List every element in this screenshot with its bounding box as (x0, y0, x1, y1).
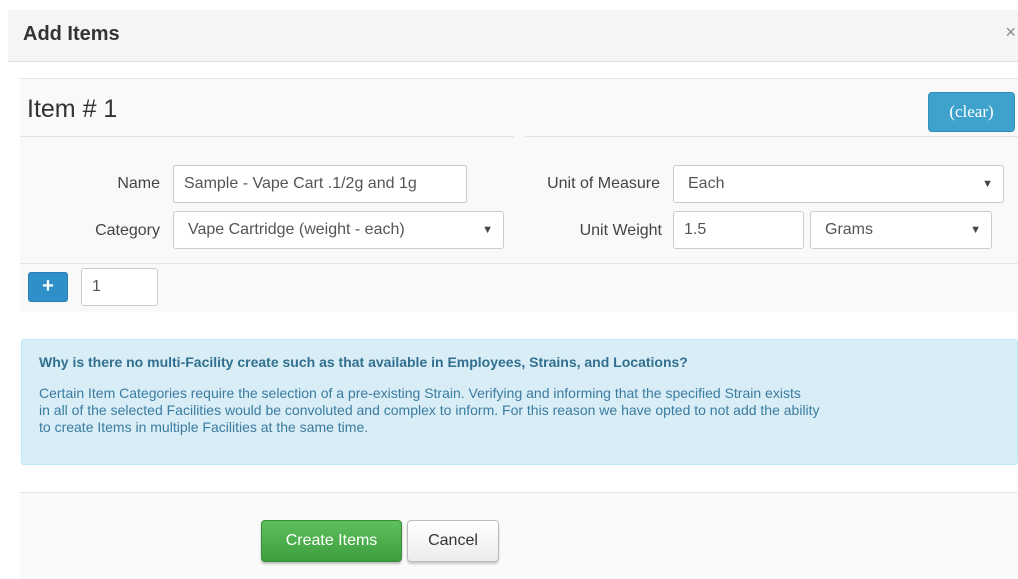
info-title: Why is there no multi-Facility create su… (39, 354, 688, 370)
modal-header: Add Items × (8, 10, 1018, 62)
info-body: Certain Item Categories require the sele… (39, 385, 1014, 436)
chevron-down-icon: ▼ (482, 224, 493, 236)
unit-of-measure-value: Each (688, 175, 725, 192)
modal-footer (20, 493, 1018, 579)
add-item-button[interactable]: + (28, 272, 68, 302)
divider (525, 136, 1018, 137)
cancel-button[interactable]: Cancel (407, 520, 499, 562)
unit-of-measure-select[interactable]: Each ▼ (673, 165, 1004, 203)
name-input[interactable]: Sample - Vape Cart .1/2g and 1g (173, 165, 467, 203)
chevron-down-icon: ▼ (970, 224, 981, 236)
modal-title: Add Items (23, 23, 120, 45)
name-label: Name (117, 175, 160, 192)
category-select-value: Vape Cartridge (weight - each) (188, 221, 405, 238)
clear-button[interactable]: (clear) (928, 92, 1015, 132)
unit-weight-label: Unit Weight (579, 222, 662, 239)
info-body-line: Certain Item Categories require the sele… (39, 385, 801, 401)
unit-of-measure-label: Unit of Measure (547, 175, 660, 192)
weight-unit-select[interactable]: Grams ▼ (810, 211, 992, 249)
divider (20, 136, 514, 137)
weight-unit-value: Grams (825, 221, 873, 238)
category-select[interactable]: Vape Cartridge (weight - each) ▼ (173, 211, 504, 249)
plus-icon: + (42, 275, 54, 297)
info-body-line: to create Items in multiple Facilities a… (39, 419, 369, 435)
item-heading: Item # 1 (27, 95, 118, 123)
chevron-down-icon: ▼ (982, 178, 993, 190)
unit-weight-input[interactable]: 1.5 (673, 211, 804, 249)
divider (20, 263, 1018, 264)
item-count-input[interactable]: 1 (81, 268, 158, 306)
item-panel: Item # 1 (clear) Name Sample - Vape Cart… (20, 78, 1018, 312)
category-label: Category (95, 222, 160, 239)
close-icon[interactable]: × (1005, 22, 1016, 43)
info-alert: Why is there no multi-Facility create su… (21, 339, 1018, 465)
info-body-line: in all of the selected Facilities would … (39, 402, 820, 418)
create-items-button[interactable]: Create Items (261, 520, 402, 562)
